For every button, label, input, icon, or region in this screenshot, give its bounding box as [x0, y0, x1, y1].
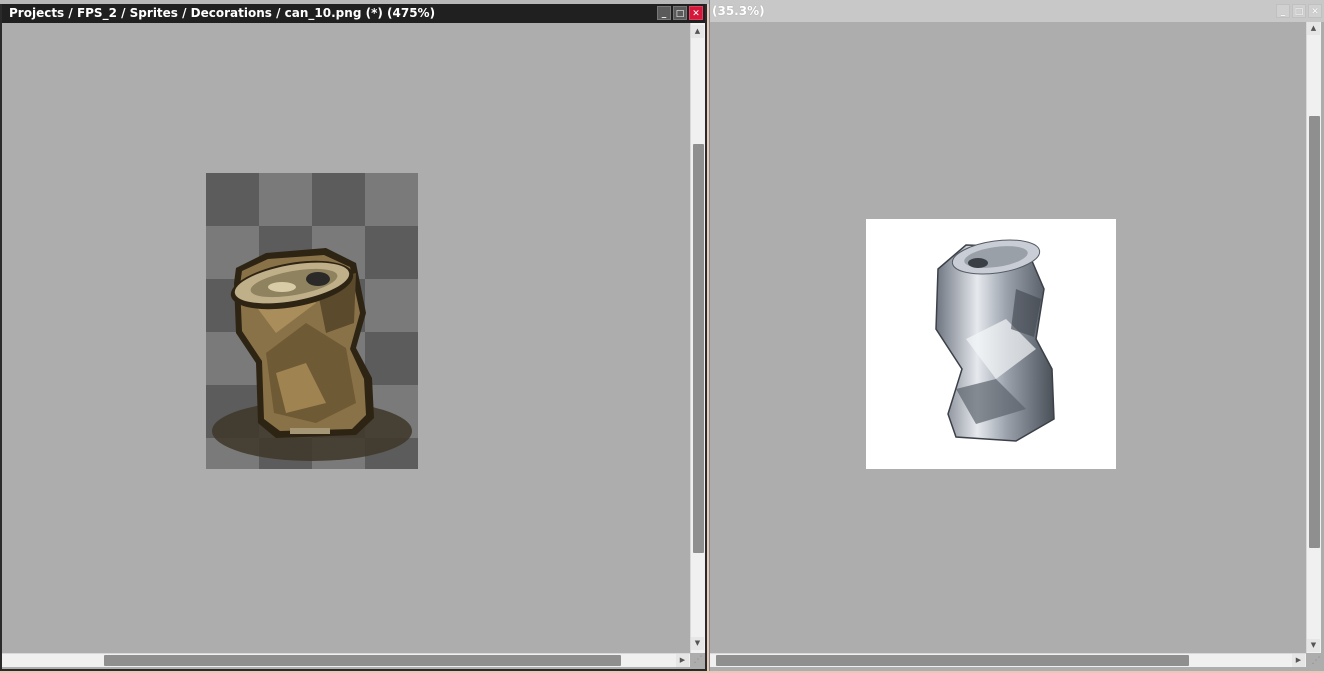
resize-grip-icon[interactable]: ⋰ [692, 654, 704, 666]
minimize-button[interactable]: _ [1276, 4, 1290, 18]
scroll-up-arrow-icon[interactable]: ▲ [691, 25, 704, 38]
scroll-right-arrow-icon[interactable]: ▶ [676, 654, 689, 667]
scroll-right-arrow-icon[interactable]: ▶ [1292, 654, 1305, 667]
reference-image-window: (35.3%) _ □ ✕ ▲ ▼ ▶ ⋰ [709, 0, 1324, 671]
pixel-sprite-can [206, 173, 418, 469]
sprite-canvas[interactable] [2, 23, 690, 653]
scroll-down-arrow-icon[interactable]: ▼ [691, 637, 704, 650]
horizontal-scroll-thumb[interactable] [104, 655, 621, 666]
maximize-button[interactable]: □ [1292, 4, 1306, 18]
window-title: (35.3%) [712, 4, 765, 18]
title-bar[interactable]: (35.3%) _ □ ✕ [710, 0, 1324, 22]
vertical-scrollbar[interactable]: ▲ ▼ [1306, 22, 1321, 653]
crushed-can-image [935, 239, 1055, 442]
reference-canvas[interactable] [710, 22, 1306, 653]
close-button[interactable]: ✕ [689, 6, 703, 20]
scroll-down-arrow-icon[interactable]: ▼ [1307, 639, 1320, 652]
maximize-button[interactable]: □ [673, 6, 687, 20]
title-bar[interactable]: Projects / FPS_2 / Sprites / Decorations… [2, 4, 705, 23]
horizontal-scrollbar[interactable]: ▶ [710, 653, 1306, 667]
reference-photo [866, 219, 1116, 469]
scroll-up-arrow-icon[interactable]: ▲ [1307, 22, 1320, 35]
vertical-scrollbar[interactable]: ▲ ▼ [690, 23, 705, 653]
horizontal-scrollbar[interactable]: ▶ [2, 653, 690, 667]
resize-grip-icon[interactable]: ⋰ [1310, 655, 1322, 667]
vertical-scroll-thumb[interactable] [1309, 116, 1320, 548]
minimize-button[interactable]: _ [657, 6, 671, 20]
sprite-editor-window: Projects / FPS_2 / Sprites / Decorations… [0, 4, 707, 671]
window-title: Projects / FPS_2 / Sprites / Decorations… [9, 6, 436, 20]
vertical-scroll-thumb[interactable] [693, 144, 704, 553]
horizontal-scroll-thumb[interactable] [716, 655, 1189, 666]
close-button[interactable]: ✕ [1308, 4, 1322, 18]
